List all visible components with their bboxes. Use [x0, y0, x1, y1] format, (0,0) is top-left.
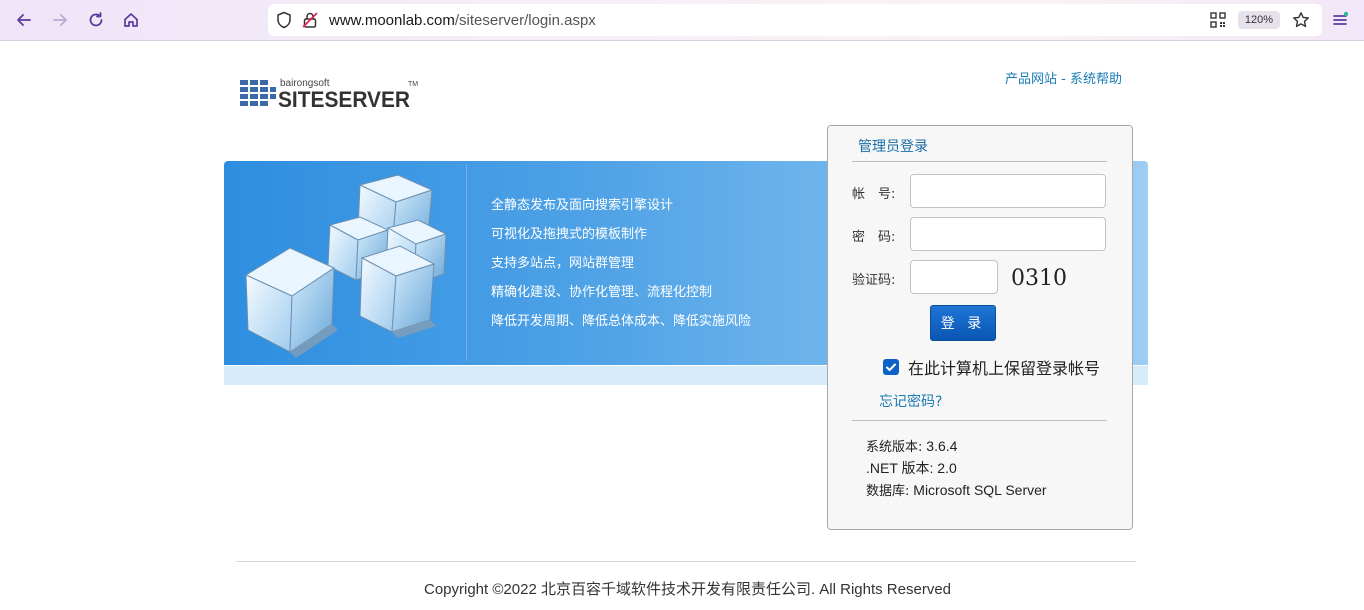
account-label: 帐 号: [852, 187, 896, 202]
bookmark-star-icon[interactable] [1292, 11, 1310, 33]
siteserver-logo: bairongsoft SITESERVER TM [240, 76, 430, 112]
product-site-link[interactable]: 产品网站 [1005, 72, 1057, 87]
reload-icon[interactable] [84, 8, 108, 32]
remember-account[interactable]: 在此计算机上保留登录帐号 [883, 355, 1100, 379]
login-panel: 管理员登录 帐 号: 密 码: 验证码: 0310 登 录 在此计算机上保留登录… [827, 125, 1133, 530]
logo-big-text: SITESERVER [278, 87, 410, 112]
url-text[interactable]: www.moonlab.com/siteserver/login.aspx [329, 12, 596, 29]
feature-item: 可视化及拖拽式的模板制作 [491, 227, 648, 242]
zoom-level[interactable]: 120% [1238, 11, 1280, 29]
back-arrow-icon[interactable] [12, 8, 36, 32]
feature-item: 支持多站点，网站群管理 [491, 256, 635, 271]
browser-toolbar: www.moonlab.com/siteserver/login.aspx 12… [0, 0, 1364, 41]
login-title: 管理员登录 [858, 139, 928, 155]
checkbox-checked-icon[interactable] [883, 359, 899, 375]
copyright-text: Copyright ©2022 北京百容千域软件技术开发有限责任公司. All … [424, 581, 952, 598]
info-database: 数据库: Microsoft SQL Server [866, 482, 1047, 499]
feature-item: 精确化建设、协作化管理、流程化控制 [491, 285, 713, 300]
divider [852, 161, 1107, 162]
forgot-password-link[interactable]: 忘记密码? [879, 391, 942, 411]
url-host: www.moonlab.com [329, 12, 455, 29]
top-links: 产品网站 - 系统帮助 [1005, 68, 1122, 87]
feature-item: 全静态发布及面向搜索引擎设计 [491, 198, 674, 213]
system-info: 系统版本: 3.6.4 .NET 版本: 2.0 数据库: Microsoft … [866, 435, 1047, 501]
info-version: 系统版本: 3.6.4 [866, 438, 958, 455]
forward-arrow-icon[interactable] [48, 8, 72, 32]
footer-divider [236, 561, 1136, 562]
link-separator: - [1057, 72, 1070, 87]
banner-divider [466, 165, 467, 361]
address-bar[interactable]: www.moonlab.com/siteserver/login.aspx 12… [268, 4, 1322, 36]
captcha-label: 验证码: [852, 273, 896, 288]
account-input[interactable] [910, 174, 1106, 208]
password-label: 密 码: [852, 230, 896, 245]
captcha-code[interactable]: 0310 [1011, 266, 1067, 291]
captcha-input[interactable] [910, 260, 998, 294]
info-dotnet: .NET 版本: 2.0 [866, 460, 957, 476]
insecure-lock-icon[interactable] [302, 11, 318, 33]
login-button[interactable]: 登 录 [930, 305, 996, 341]
url-path: /siteserver/login.aspx [454, 12, 596, 29]
cubes-illustration [240, 170, 460, 360]
feature-item: 降低开发周期、降低总体成本、降低实施风险 [491, 314, 752, 329]
remember-label: 在此计算机上保留登录帐号 [908, 359, 1101, 378]
logo-tm: TM [408, 81, 418, 88]
password-input[interactable] [910, 217, 1106, 251]
divider [852, 420, 1107, 421]
shield-icon[interactable] [276, 11, 292, 33]
menu-icon[interactable] [1328, 8, 1352, 32]
system-help-link[interactable]: 系统帮助 [1070, 72, 1122, 87]
qr-code-icon[interactable] [1210, 12, 1226, 32]
home-icon[interactable] [119, 8, 143, 32]
feature-list: 全静态发布及面向搜索引擎设计 可视化及拖拽式的模板制作 支持多站点，网站群管理 … [491, 195, 751, 340]
